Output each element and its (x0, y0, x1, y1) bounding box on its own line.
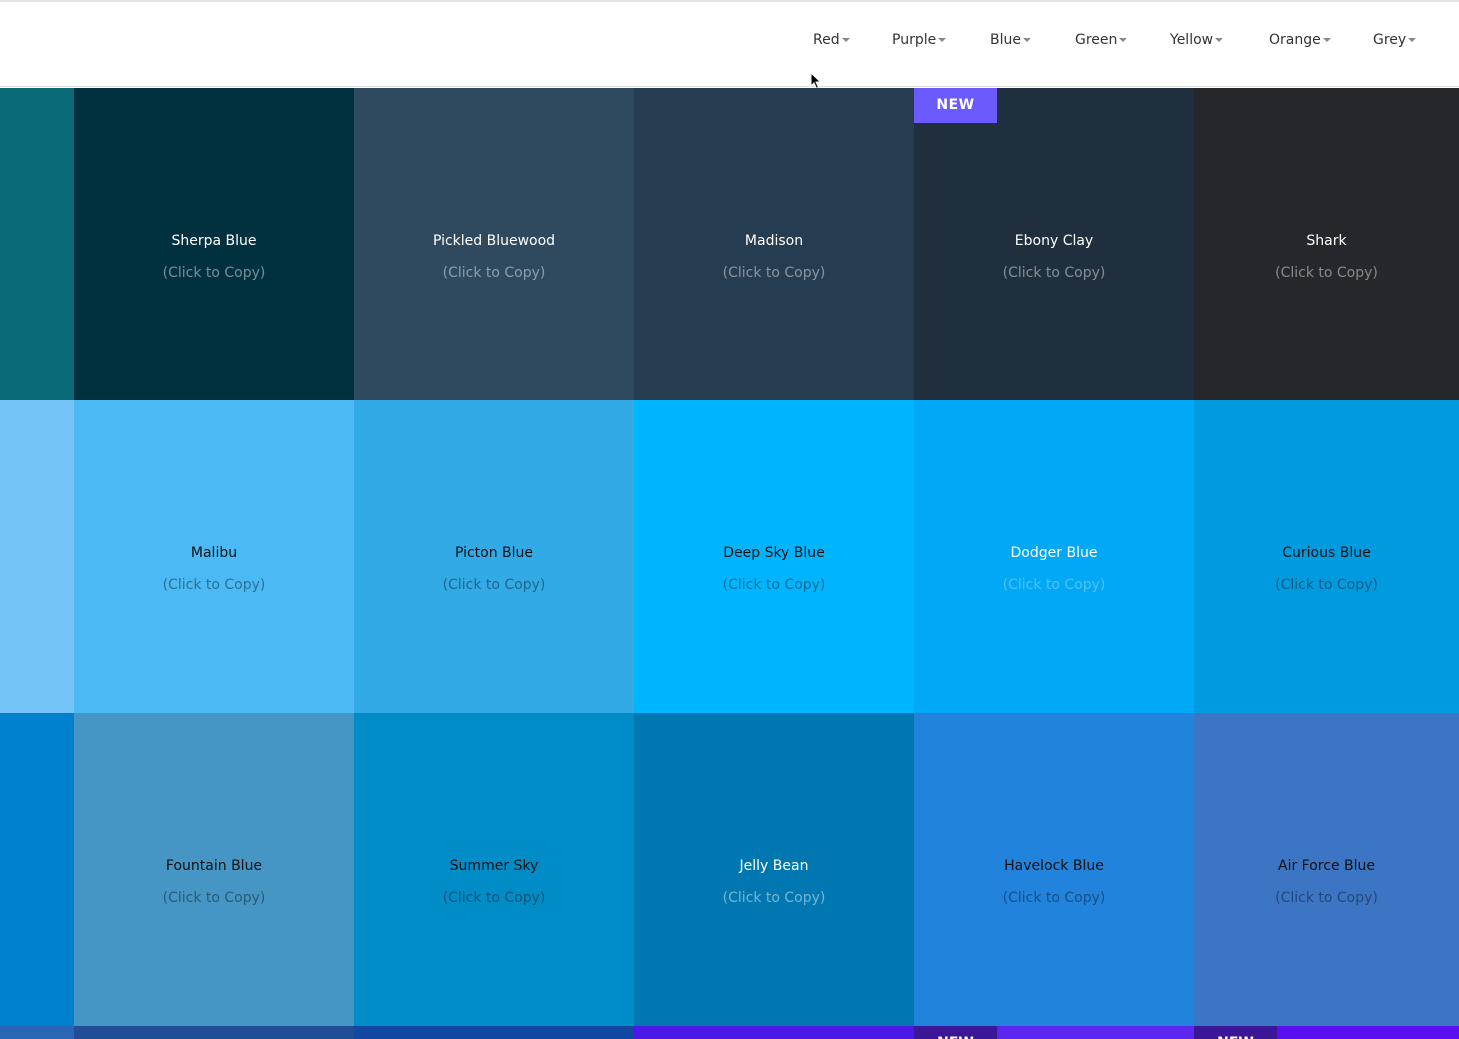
caret-down-icon (1408, 38, 1417, 42)
color-swatch[interactable]: NEW (1194, 1026, 1459, 1039)
color-swatch-edge[interactable] (0, 1026, 74, 1039)
color-swatch[interactable]: Ebony Clay (Click to Copy) NEW (914, 88, 1194, 401)
new-badge: NEW (914, 88, 997, 123)
color-swatch[interactable] (634, 1026, 914, 1039)
caret-down-icon (938, 38, 947, 42)
color-swatch[interactable] (354, 1026, 634, 1039)
caret-down-icon (1215, 38, 1224, 42)
swatch-color-name: Madison (744, 233, 804, 249)
new-badge: NEW (914, 1026, 997, 1039)
nav-item-yellow[interactable]: Yellow (1170, 32, 1224, 48)
color-swatch[interactable]: Havelock Blue (Click to Copy) (914, 713, 1194, 1026)
swatch-color-name: Jelly Bean (739, 858, 809, 874)
swatch-copy-hint: (Click to Copy) (722, 890, 826, 906)
swatch-color-name: Shark (1306, 233, 1347, 249)
color-swatch[interactable]: Sherpa Blue (Click to Copy) (74, 88, 354, 401)
new-badge: NEW (1194, 1026, 1277, 1039)
color-swatch[interactable] (74, 1026, 354, 1039)
color-swatch[interactable]: Summer Sky (Click to Copy) (354, 713, 634, 1026)
swatch-copy-hint: (Click to Copy) (1002, 265, 1106, 281)
swatch-copy-hint: (Click to Copy) (722, 577, 826, 593)
color-swatch[interactable]: Curious Blue (Click to Copy) (1194, 400, 1459, 713)
swatch-color-name: Picton Blue (454, 545, 534, 561)
color-swatch[interactable]: Picton Blue (Click to Copy) (354, 400, 634, 713)
color-swatch[interactable]: Deep Sky Blue (Click to Copy) (634, 400, 914, 713)
swatch-copy-hint: (Click to Copy) (162, 577, 266, 593)
caret-down-icon (1119, 38, 1128, 42)
swatch-copy-hint: (Click to Copy) (442, 890, 546, 906)
swatch-copy-hint: (Click to Copy) (442, 577, 546, 593)
header-bar: Red Purple Blue Green Yellow Orange Grey (0, 2, 1459, 87)
swatch-color-name: Curious Blue (1282, 545, 1371, 561)
caret-down-icon (841, 38, 850, 42)
color-swatch[interactable]: Jelly Bean (Click to Copy) (634, 713, 914, 1026)
swatch-color-name: Deep Sky Blue (723, 545, 825, 561)
color-swatch[interactable]: Malibu (Click to Copy) (74, 400, 354, 713)
swatch-copy-hint: (Click to Copy) (1002, 890, 1106, 906)
swatch-color-name: Havelock Blue (1004, 858, 1104, 874)
color-swatch[interactable]: Madison (Click to Copy) (634, 88, 914, 401)
color-swatch[interactable]: Air Force Blue (Click to Copy) (1194, 713, 1459, 1026)
swatch-copy-hint: (Click to Copy) (1002, 577, 1106, 593)
nav-item-red[interactable]: Red (813, 32, 850, 48)
nav-item-purple[interactable]: Purple (892, 32, 947, 48)
caret-down-icon (1322, 38, 1331, 42)
swatch-color-name: Air Force Blue (1278, 858, 1375, 874)
swatch-color-name: Fountain Blue (165, 858, 263, 874)
nav-item-grey[interactable]: Grey (1373, 32, 1417, 48)
swatch-copy-hint: (Click to Copy) (1275, 265, 1378, 281)
caret-down-icon (1022, 38, 1031, 42)
color-swatch[interactable]: NEW (914, 1026, 1194, 1039)
color-swatch-edge[interactable] (0, 713, 74, 1026)
swatch-copy-hint: (Click to Copy) (1275, 577, 1378, 593)
swatch-color-name: Summer Sky (449, 858, 539, 874)
swatch-copy-hint: (Click to Copy) (1275, 890, 1378, 906)
swatch-color-name: Dodger Blue (1010, 545, 1098, 561)
color-swatch[interactable]: Fountain Blue (Click to Copy) (74, 713, 354, 1026)
color-swatch[interactable]: Dodger Blue (Click to Copy) (914, 400, 1194, 713)
color-swatch-edge[interactable] (0, 88, 74, 401)
swatch-copy-hint: (Click to Copy) (722, 265, 826, 281)
nav-item-orange[interactable]: Orange (1269, 32, 1331, 48)
swatch-color-name: Ebony Clay (1014, 233, 1094, 249)
color-swatch-edge[interactable] (0, 400, 74, 713)
swatch-copy-hint: (Click to Copy) (162, 890, 266, 906)
nav-item-blue[interactable]: Blue (990, 32, 1031, 48)
nav-item-green[interactable]: Green (1075, 32, 1128, 48)
swatch-copy-hint: (Click to Copy) (442, 265, 546, 281)
color-swatch[interactable]: Shark (Click to Copy) (1194, 88, 1459, 401)
color-swatch-grid: Sherpa Blue (Click to Copy) Pickled Bluewo… (0, 88, 1459, 1039)
swatch-color-name: Pickled Bluewood (432, 233, 556, 249)
color-swatch[interactable]: Pickled Bluewood (Click to Copy) (354, 88, 634, 401)
swatch-color-name: Malibu (190, 545, 238, 561)
swatch-color-name: Sherpa Blue (171, 233, 257, 249)
swatch-copy-hint: (Click to Copy) (162, 265, 266, 281)
